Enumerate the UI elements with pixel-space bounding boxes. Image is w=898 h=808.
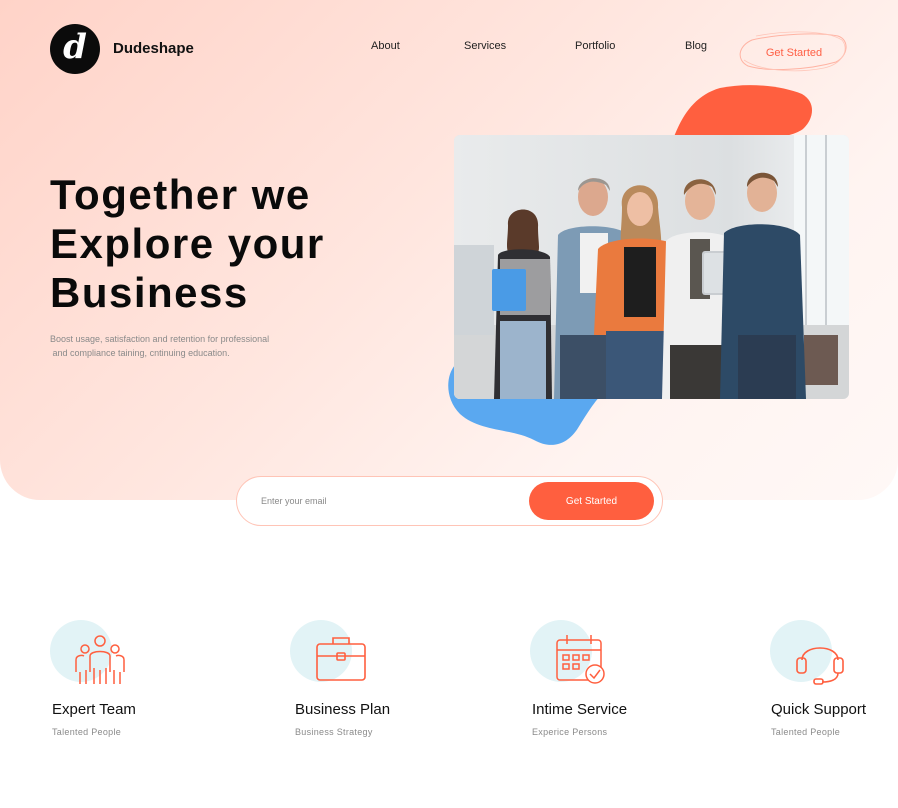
nav-blog[interactable]: Blog <box>685 40 707 52</box>
hero-title: Together we Explore your Business <box>50 170 325 317</box>
hero-subtitle-line: and compliance taining, cntinuing educat… <box>50 348 230 358</box>
hero-subtitle-line: Boost usage, satisfaction and retention … <box>50 334 270 344</box>
feature-subtitle: Business Strategy <box>295 727 373 737</box>
feature-subtitle: Talented People <box>52 727 122 737</box>
feature-quick-support: Quick Support Talented People <box>770 618 898 737</box>
feature-title: Expert Team <box>52 701 136 718</box>
team-photo-illustration <box>454 135 849 399</box>
logo-letter: d <box>63 27 87 67</box>
feature-title: Quick Support <box>771 701 867 718</box>
hero-title-highlight: Business <box>50 268 249 317</box>
nav-services[interactable]: Services <box>464 40 506 52</box>
feature-business-plan: Business Plan Business Strategy <box>290 618 470 737</box>
hero-title-line: Together we <box>50 171 311 218</box>
brand-name[interactable]: Dudeshape <box>113 40 194 57</box>
nav-get-started-label: Get Started <box>765 47 823 59</box>
nav-portfolio[interactable]: Portfolio <box>575 40 615 52</box>
briefcase-icon <box>290 618 380 690</box>
logo[interactable]: d <box>50 24 100 74</box>
feature-title: Business Plan <box>295 701 391 718</box>
hero-subtitle: Boost usage, satisfaction and retention … <box>50 332 310 360</box>
email-signup-form: Get Started <box>236 476 663 526</box>
hero-title-line: Explore your <box>50 220 325 267</box>
email-input[interactable] <box>261 489 521 513</box>
signup-get-started-button[interactable]: Get Started <box>529 482 654 520</box>
feature-intime-service: Intime Service Experice Persons <box>530 618 710 737</box>
team-photo <box>454 135 849 399</box>
feature-subtitle: Experice Persons <box>532 727 608 737</box>
nav-get-started-button[interactable]: Get Started <box>739 31 848 72</box>
feature-expert-team: Expert Team Talented People <box>50 618 230 737</box>
nav-about[interactable]: About <box>371 40 400 52</box>
hero-title-line: Business <box>50 269 249 316</box>
team-icon <box>50 618 140 690</box>
feature-title: Intime Service <box>532 701 628 718</box>
calendar-check-icon <box>530 618 620 690</box>
feature-subtitle: Talented People <box>771 727 841 737</box>
headset-icon <box>770 618 860 690</box>
